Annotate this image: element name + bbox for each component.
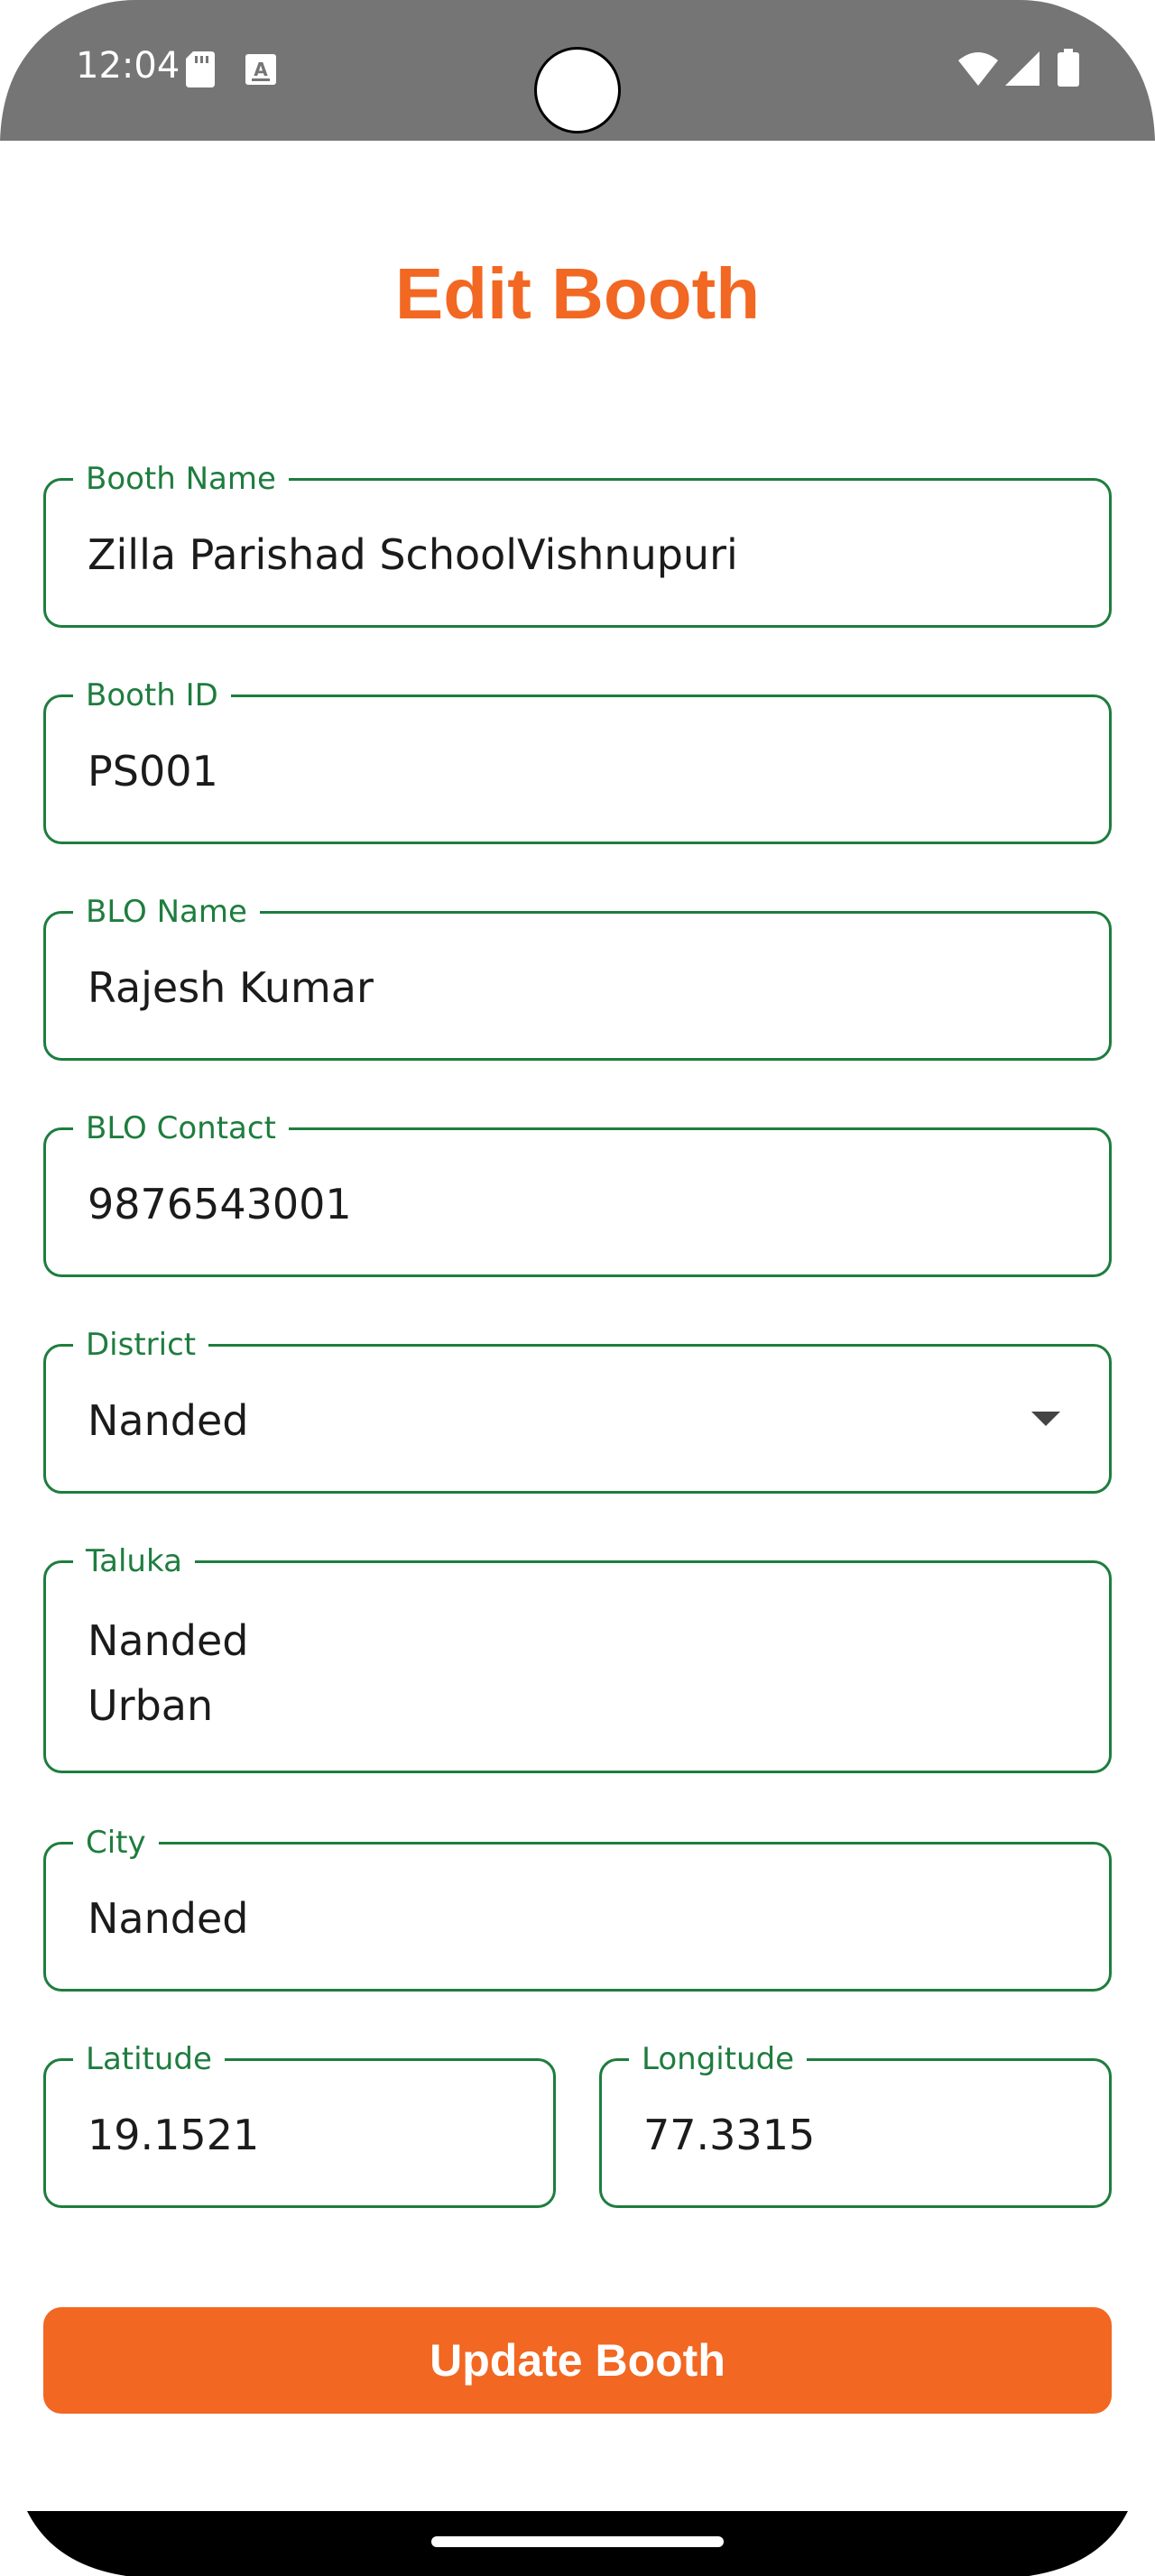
wifi-icon	[958, 52, 998, 86]
city-field[interactable]: City Nanded	[43, 1825, 1112, 1992]
blo-name-label: BLO Name	[73, 894, 260, 930]
taluka-label: Taluka	[73, 1543, 195, 1579]
booth-name-field[interactable]: Booth Name Zilla Parishad SchoolVishnupu…	[43, 461, 1112, 628]
latitude-label: Latitude	[73, 2041, 225, 2077]
latitude-field[interactable]: Latitude 19.1521	[43, 2041, 556, 2208]
signal-icon	[1005, 51, 1040, 86]
taluka-field[interactable]: Taluka Nanded Urban	[43, 1543, 1112, 1773]
a-notification-icon: A	[245, 54, 276, 85]
blo-contact-label: BLO Contact	[73, 1110, 289, 1146]
booth-name-value[interactable]: Zilla Parishad SchoolVishnupuri	[88, 528, 738, 582]
blo-name-field[interactable]: BLO Name Rajesh Kumar	[43, 894, 1112, 1061]
home-indicator[interactable]	[431, 2536, 724, 2547]
svg-text:A: A	[254, 59, 268, 80]
district-dropdown[interactable]: District Nanded	[43, 1327, 1112, 1494]
status-time: 12:04	[76, 45, 180, 87]
battery-icon	[1058, 49, 1079, 87]
booth-id-label: Booth ID	[73, 677, 231, 713]
booth-id-value[interactable]: PS001	[88, 744, 218, 798]
blo-contact-value[interactable]: 9876543001	[88, 1177, 352, 1231]
booth-id-field[interactable]: Booth ID PS001	[43, 677, 1112, 844]
booth-name-label: Booth Name	[73, 461, 289, 497]
city-label: City	[73, 1825, 159, 1861]
city-value[interactable]: Nanded	[88, 1891, 248, 1946]
latitude-value[interactable]: 19.1521	[88, 2108, 259, 2162]
sd-card-icon	[186, 51, 215, 87]
blo-contact-field[interactable]: BLO Contact 9876543001	[43, 1110, 1112, 1277]
taluka-value[interactable]: Nanded Urban	[88, 1608, 248, 1738]
district-value[interactable]: Nanded	[88, 1394, 248, 1448]
page-title: Edit Booth	[394, 253, 761, 334]
longitude-label: Longitude	[629, 2041, 808, 2077]
longitude-field[interactable]: Longitude 77.3315	[599, 2041, 1112, 2208]
dropdown-arrow-icon[interactable]	[1031, 1412, 1060, 1426]
camera-cutout	[534, 47, 621, 133]
blo-name-value[interactable]: Rajesh Kumar	[88, 961, 374, 1015]
district-label: District	[73, 1327, 209, 1363]
screen: 12:04 A Edit Booth Booth Name Zilla Pari…	[0, 0, 1155, 2576]
longitude-value[interactable]: 77.3315	[643, 2108, 815, 2162]
update-booth-button[interactable]: Update Booth	[43, 2307, 1112, 2414]
